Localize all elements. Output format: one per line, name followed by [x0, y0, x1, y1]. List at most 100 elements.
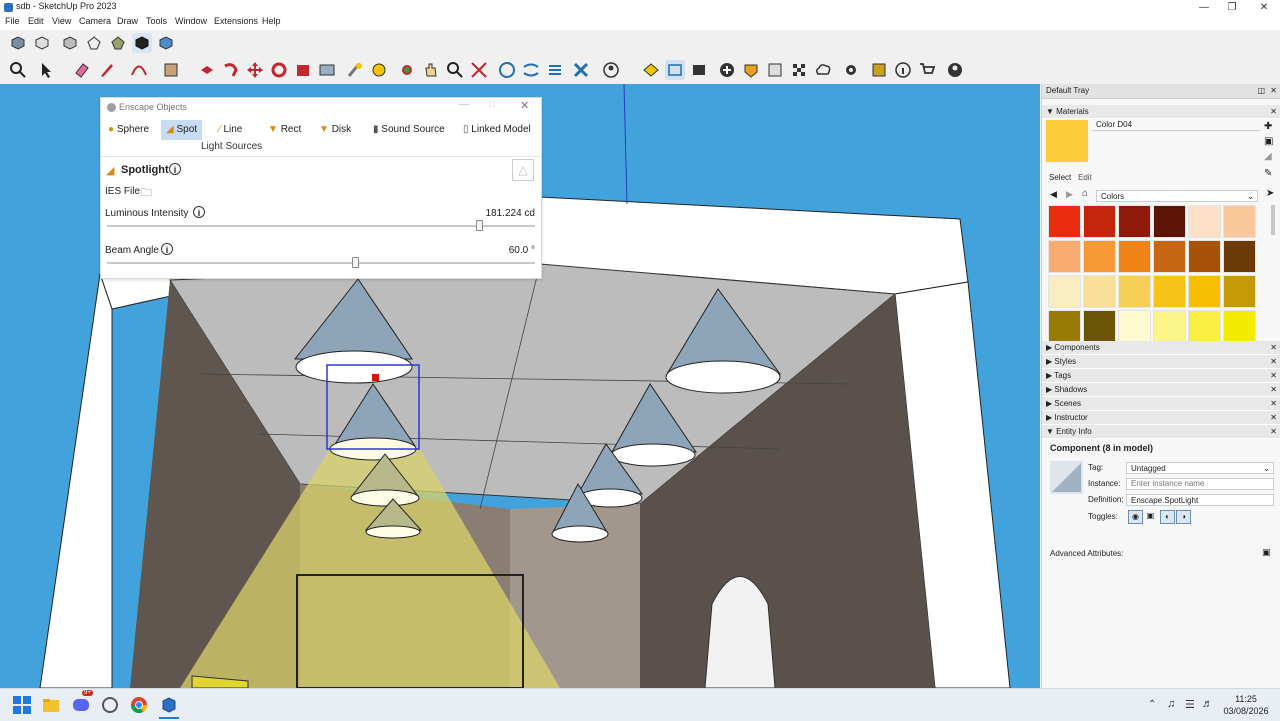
scenes-section[interactable]: ▶ Scenes ✕: [1042, 397, 1280, 411]
color-swatch[interactable]: [1048, 275, 1081, 308]
layout-icon[interactable]: [665, 60, 685, 80]
color-swatch[interactable]: [1153, 310, 1186, 343]
enscape-objects-icon[interactable]: [571, 60, 591, 80]
menu-draw[interactable]: Draw: [117, 16, 138, 26]
home-icon[interactable]: ⌂: [1082, 188, 1088, 199]
color-swatch[interactable]: [1048, 310, 1081, 343]
tray-pin-icon[interactable]: ◫: [1257, 84, 1265, 98]
move-icon[interactable]: [245, 60, 265, 80]
bottom-view-icon[interactable]: [156, 33, 176, 53]
swatch-scrollbar[interactable]: [1271, 205, 1275, 235]
color-swatch[interactable]: [1083, 205, 1116, 238]
luminous-info-icon[interactable]: i: [193, 206, 205, 218]
dialog-minimize-icon[interactable]: —: [459, 99, 469, 110]
menu-window[interactable]: Window: [175, 16, 207, 26]
color-swatch[interactable]: [1188, 240, 1221, 273]
color-swatch[interactable]: [1153, 275, 1186, 308]
instance-name-input[interactable]: [1126, 478, 1274, 490]
tab-line[interactable]: ∕ Line: [214, 120, 247, 140]
dialog-panel-icon[interactable]: [869, 60, 889, 80]
forward-arrow-icon[interactable]: ▶: [1066, 189, 1073, 200]
zoom-icon[interactable]: [8, 60, 28, 80]
menu-file[interactable]: File: [5, 16, 20, 26]
default-material-icon[interactable]: ▣: [1264, 136, 1273, 147]
top-view-icon[interactable]: [32, 33, 52, 53]
shopping-cart-icon[interactable]: [917, 60, 937, 80]
cloud-upload-icon[interactable]: [813, 60, 833, 80]
tray-close-icon[interactable]: ✕: [1270, 84, 1277, 98]
right-view-icon[interactable]: [84, 33, 104, 53]
folder-icon[interactable]: 🗀: [141, 184, 152, 203]
tab-linked-model[interactable]: ▯ Linked Model: [458, 120, 536, 140]
shadows-section[interactable]: ▶ Shadows ✕: [1042, 383, 1280, 397]
warehouse-icon[interactable]: [641, 60, 661, 80]
microphone-icon[interactable]: ♫: [1167, 698, 1175, 710]
color-swatch[interactable]: [1118, 205, 1151, 238]
scale-icon[interactable]: [293, 60, 313, 80]
cast-shadows-toggle-icon[interactable]: ◑: [1176, 510, 1191, 524]
settings-gear-icon[interactable]: [841, 60, 861, 80]
eyedropper-icon[interactable]: ✎: [1264, 168, 1272, 179]
color-swatch[interactable]: [1048, 205, 1081, 238]
extension-manager-icon[interactable]: [689, 60, 709, 80]
entity-info-section[interactable]: ▼ Entity Info ✕: [1042, 425, 1280, 439]
color-swatch[interactable]: [1223, 205, 1256, 238]
select-tab[interactable]: Select: [1049, 173, 1071, 182]
materials-section[interactable]: ▼ Materials ✕: [1042, 105, 1280, 119]
info-icon[interactable]: [893, 60, 913, 80]
color-swatch[interactable]: [1153, 205, 1186, 238]
tape-measure-icon[interactable]: [345, 60, 365, 80]
clock-time[interactable]: 11:25: [1222, 694, 1270, 704]
color-swatch[interactable]: [1223, 310, 1256, 343]
app-icon[interactable]: [100, 695, 120, 715]
push-pull-icon[interactable]: [197, 60, 217, 80]
edit-tab[interactable]: Edit: [1078, 173, 1092, 182]
user-profile-icon[interactable]: [945, 60, 965, 80]
back-view-icon[interactable]: [108, 33, 128, 53]
file-explorer-icon[interactable]: [41, 695, 61, 715]
sample-paint-icon[interactable]: ◢: [1264, 151, 1272, 162]
paint-bucket-icon[interactable]: [369, 60, 389, 80]
color-swatch[interactable]: [1118, 310, 1151, 343]
beam-angle-slider[interactable]: [107, 262, 535, 264]
components-section[interactable]: ▶ Components ✕: [1042, 341, 1280, 355]
orbit-icon[interactable]: [397, 60, 417, 80]
chrome-icon[interactable]: [129, 695, 149, 715]
beam-angle-knob[interactable]: [352, 257, 360, 268]
definition-field[interactable]: Enscape.SpotLight: [1126, 494, 1274, 506]
rectangle-icon[interactable]: [161, 60, 181, 80]
color-swatch[interactable]: [1153, 240, 1186, 273]
left-view-icon[interactable]: [132, 33, 152, 53]
wifi-icon[interactable]: ☰: [1185, 698, 1195, 711]
lock-toggle-icon[interactable]: ▣: [1144, 510, 1157, 522]
visibility-toggle-icon[interactable]: ◉: [1128, 510, 1143, 524]
color-swatch[interactable]: [1188, 205, 1221, 238]
dialog-close-icon[interactable]: ✕: [520, 99, 529, 112]
receive-shadows-toggle-icon[interactable]: ◐: [1160, 510, 1175, 524]
place-object-icon[interactable]: △: [512, 159, 534, 181]
tags-section[interactable]: ▶ Tags ✕: [1042, 369, 1280, 383]
color-swatch[interactable]: [1223, 275, 1256, 308]
rotate-icon[interactable]: [269, 60, 289, 80]
spotlight-info-icon[interactable]: i: [169, 163, 181, 175]
discord-icon[interactable]: 9+: [71, 690, 93, 715]
luminous-intensity-slider[interactable]: [107, 225, 535, 227]
close-icon[interactable]: ✕: [1248, 0, 1280, 15]
color-swatch[interactable]: [1118, 240, 1151, 273]
pan-hand-icon[interactable]: [421, 60, 441, 80]
library-select[interactable]: Colors ⌄: [1096, 190, 1258, 202]
show-hidden-icons-icon[interactable]: ⌃: [1148, 699, 1156, 710]
zoom-extents-icon[interactable]: [469, 60, 489, 80]
arc-icon[interactable]: [129, 60, 149, 80]
tab-sphere[interactable]: ● Sphere: [103, 120, 154, 140]
tag-select[interactable]: Untagged ⌄: [1126, 462, 1274, 474]
color-swatch[interactable]: [1083, 240, 1116, 273]
offset-icon[interactable]: [317, 60, 337, 80]
zoom-window-icon[interactable]: [445, 60, 465, 80]
follow-me-icon[interactable]: [221, 60, 241, 80]
enscape-sync-icon[interactable]: [521, 60, 541, 80]
tab-disk[interactable]: ▼ Disk: [314, 120, 356, 140]
select-arrow-icon[interactable]: [36, 60, 56, 80]
solid-tools-icon[interactable]: [765, 60, 785, 80]
color-swatch[interactable]: [1188, 275, 1221, 308]
